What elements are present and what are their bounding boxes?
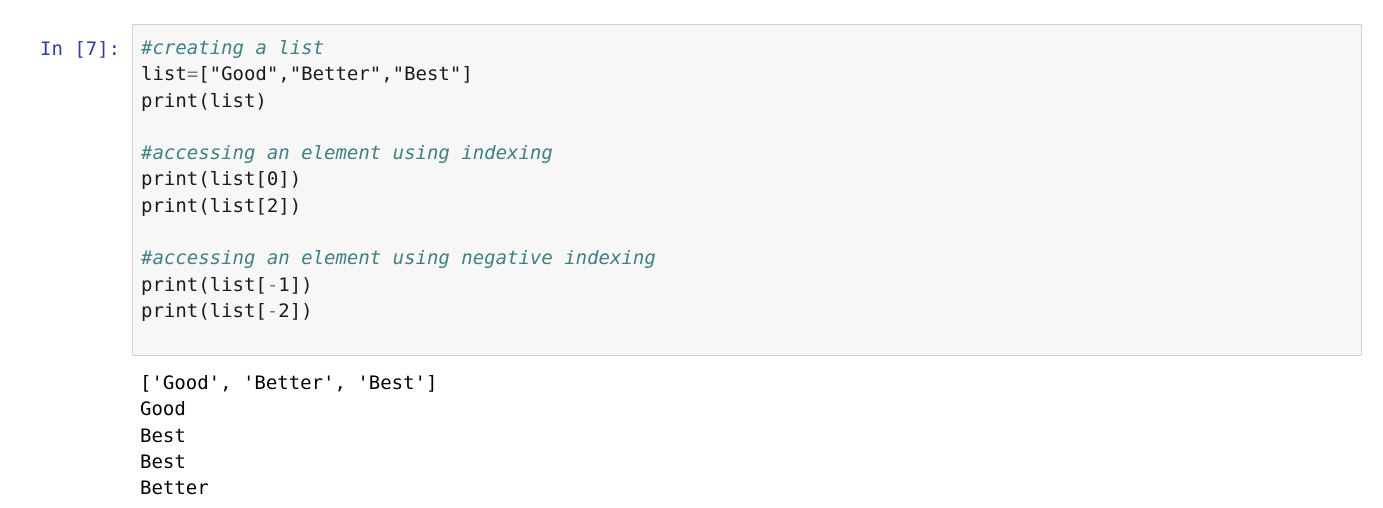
code-operator: - <box>266 299 279 322</box>
code-comment-line: #accessing an element using negative ind… <box>141 245 656 271</box>
code-operator: = <box>186 63 199 86</box>
code-line: print(list) <box>141 88 656 114</box>
code-comment-line: #creating a list <box>141 35 656 61</box>
output-line: Best <box>140 424 186 447</box>
code-token: print(list[0]) <box>141 168 302 191</box>
code-operator: - <box>266 273 279 296</box>
output-line: Best <box>140 450 186 473</box>
code-line: print(list[0]) <box>141 166 656 192</box>
output-line: ['Good', 'Better', 'Best'] <box>140 372 438 394</box>
code-line: list=["Good","Better","Best"] <box>141 61 656 87</box>
code-editor[interactable]: #creating a list list=["Good","Better","B… <box>132 24 1362 356</box>
code-token: print(list) <box>141 89 267 112</box>
code-line: print(list[2]) <box>141 193 656 219</box>
code-comment-line: #accessing an element using indexing <box>141 140 656 166</box>
code-block[interactable]: #creating a list list=["Good","Better","B… <box>141 35 656 324</box>
code-line: print(list[-1]) <box>141 272 656 298</box>
comment-text: #accessing an element using indexing <box>141 142 553 165</box>
code-token: print(list[ <box>141 273 267 296</box>
comment-text: #accessing an element using negative ind… <box>141 247 656 270</box>
code-token: ["Good","Better","Best"] <box>198 63 473 86</box>
code-token: print(list[ <box>141 299 267 322</box>
notebook-code-cell[interactable]: In [7]: #creating a list list=["Good","Be… <box>0 0 1383 508</box>
code-token: 1]) <box>278 273 313 296</box>
input-prompt: In [7]: <box>40 38 121 60</box>
code-token: list <box>141 63 187 86</box>
code-token: 2]) <box>278 299 313 322</box>
cell-output: ['Good', 'Better', 'Best'] Good Best Best Be… <box>140 370 437 501</box>
code-token: print(list[2]) <box>141 194 302 217</box>
comment-text: #creating a list <box>141 37 325 59</box>
output-line: Good <box>140 398 186 421</box>
output-line: Better <box>140 477 209 500</box>
code-line: print(list[-2]) <box>141 298 656 324</box>
